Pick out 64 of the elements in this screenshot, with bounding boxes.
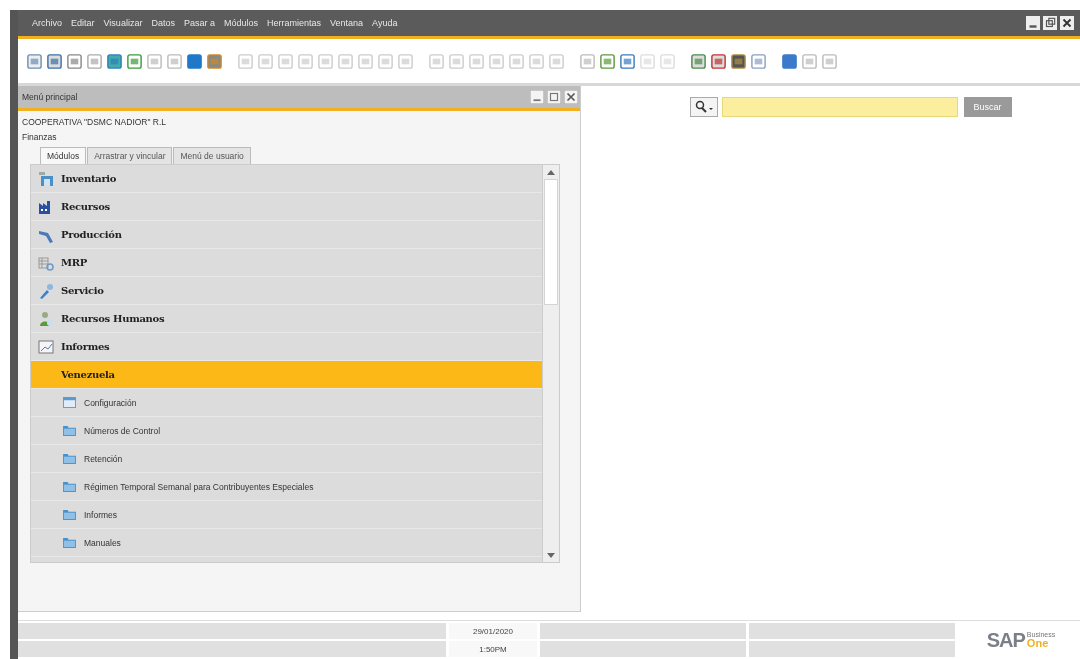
module-label: Producción	[61, 229, 122, 240]
submenu-label: Retención	[84, 453, 123, 464]
logo-product: One	[1026, 638, 1050, 649]
toolbar-icon[interactable]	[619, 52, 636, 70]
menu-item[interactable]: Herramientas	[266, 18, 321, 28]
toolbar-icon[interactable]	[106, 52, 123, 70]
window-icon	[63, 397, 76, 408]
chart-icon	[38, 338, 54, 355]
status-date: 29/01/2020	[449, 623, 537, 639]
company-name: COOPERATIVA "DSMC NADIOR" R.L	[22, 116, 168, 129]
tab[interactable]: Módulos	[40, 147, 87, 164]
folder-icon	[63, 509, 76, 520]
close-icon[interactable]	[564, 90, 578, 104]
menu-item[interactable]: Archivo	[32, 18, 62, 28]
status-time: 1:50PM	[449, 641, 537, 657]
menu-item[interactable]: Visualizar	[103, 18, 143, 28]
scroll-thumb[interactable]	[544, 179, 558, 305]
menu-item[interactable]: Pasar a	[183, 18, 215, 28]
module-label: Recursos	[61, 201, 110, 212]
toolbar-icon[interactable]	[186, 52, 203, 70]
module-label: Recursos Humanos	[61, 313, 165, 324]
tab[interactable]: Arrastrar y vincular	[87, 147, 173, 164]
menu-item[interactable]: Editar	[71, 18, 95, 28]
warehouse-icon	[38, 170, 54, 187]
restore-icon[interactable]	[1043, 16, 1057, 30]
module-label: Inventario	[61, 173, 117, 184]
module-label: Informes	[61, 341, 110, 352]
logo-brand: SAP	[986, 628, 1025, 652]
module-label: Servicio	[61, 285, 104, 296]
submenu-label: Números de Control	[84, 425, 161, 436]
menu-item[interactable]: Ayuda	[372, 18, 398, 28]
folder-icon	[63, 425, 76, 436]
window-title: Menú principal	[22, 92, 78, 102]
folder-icon	[63, 537, 76, 548]
toolbar-icon[interactable]	[46, 52, 63, 70]
tool-icon	[38, 282, 54, 299]
submenu-label: Informes	[84, 509, 118, 520]
toolbar-icon[interactable]	[206, 52, 223, 70]
grid-icon	[38, 254, 54, 271]
folder-icon	[63, 481, 76, 492]
minimize-icon[interactable]	[530, 90, 544, 104]
menu-item[interactable]: Ventana	[330, 18, 364, 28]
toolbar-icon[interactable]	[781, 52, 798, 70]
folder-icon	[63, 453, 76, 464]
submenu-label: Configuración	[84, 397, 137, 408]
submenu-label: Régimen Temporal Semanal para Contribuyentes Especiales	[84, 481, 314, 492]
toolbar-icon[interactable]	[710, 52, 727, 70]
module-item[interactable]: Venezuela	[31, 361, 542, 389]
close-icon[interactable]	[1060, 16, 1074, 30]
tab[interactable]: Menú de usuario	[173, 147, 251, 164]
search-options-button[interactable]	[689, 97, 718, 117]
menu-item[interactable]: Módulos	[223, 18, 258, 28]
minimize-icon[interactable]	[1026, 16, 1040, 30]
module-label: Venezuela	[61, 369, 115, 380]
maximize-icon[interactable]	[547, 90, 561, 104]
module-label: MRP	[61, 257, 87, 268]
search-field[interactable]	[721, 97, 958, 117]
toolbar-icon[interactable]	[730, 52, 747, 70]
scrollbar[interactable]	[542, 165, 559, 562]
toolbar-icon[interactable]	[690, 52, 707, 70]
menu-item[interactable]: Datos	[151, 18, 175, 28]
person-icon	[38, 310, 54, 327]
submenu-label: Manuales	[84, 537, 121, 548]
user-name: Finanzas	[22, 131, 58, 144]
